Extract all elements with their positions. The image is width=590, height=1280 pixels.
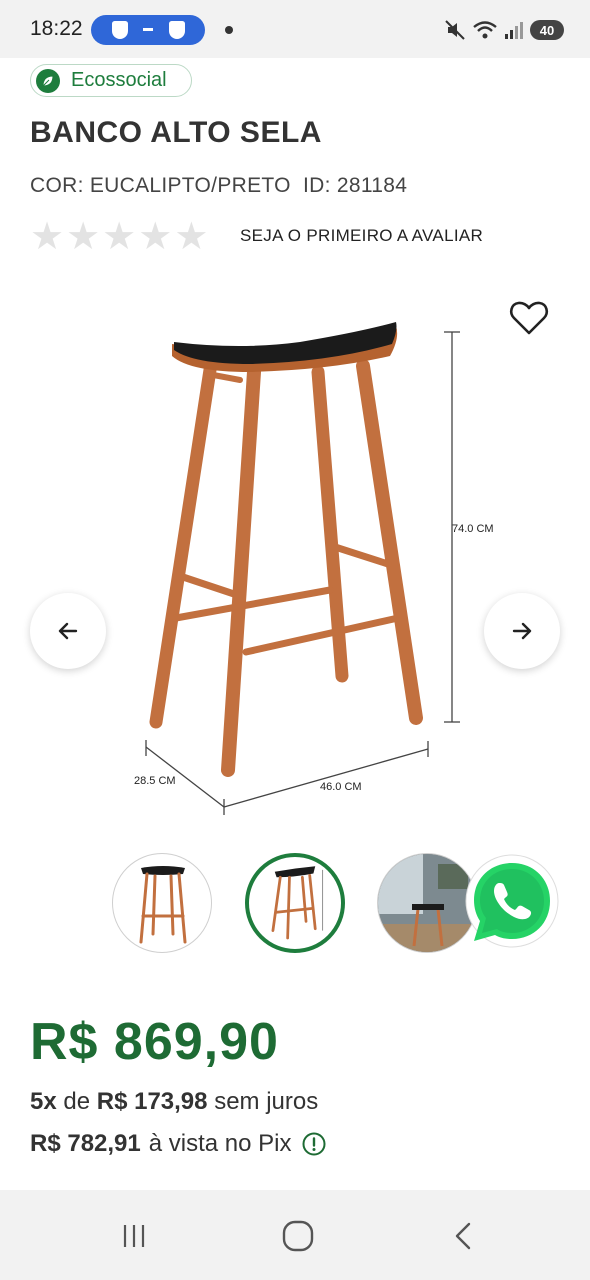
whatsapp-icon[interactable] [462, 853, 562, 953]
thumbnail-1[interactable] [112, 853, 212, 953]
star-icon: ★ [174, 216, 209, 258]
recents-icon [123, 1225, 145, 1247]
info-icon[interactable] [302, 1132, 326, 1156]
wifi-icon [473, 21, 497, 39]
home-button[interactable] [274, 1212, 322, 1260]
installments-count: 5x [30, 1088, 57, 1115]
ecossocial-badge: Ecossocial [30, 64, 192, 97]
heart-outline-icon[interactable] [508, 297, 550, 339]
installments-text: 5x de R$ 173,98 sem juros [30, 1088, 318, 1116]
notification-dot-icon [225, 26, 233, 34]
pix-value: R$ 782,91 [30, 1130, 141, 1157]
prev-image-button[interactable] [30, 593, 106, 669]
product-image: 74.0 CM 28.5 CM 46.0 CM [134, 322, 494, 815]
arrow-left-icon [58, 622, 78, 640]
star-icon: ★ [30, 216, 65, 258]
product-price: R$ 869,90 [30, 1013, 279, 1071]
live-match-pill[interactable] [91, 15, 205, 45]
star-icon: ★ [66, 216, 101, 258]
installments-of: de [63, 1088, 91, 1115]
badge-label: Ecossocial [71, 69, 167, 91]
status-bar: 18:22 40 [0, 0, 590, 58]
arrow-right-icon [512, 622, 532, 640]
height-dimension-label: 74.0 CM [452, 523, 494, 535]
back-button[interactable] [440, 1212, 488, 1260]
team-crest-icon [112, 21, 128, 39]
installments-suffix: sem juros [214, 1088, 319, 1115]
product-meta: COR: EUCALIPTO/PRETO ID: 281184 [30, 174, 408, 197]
leaf-icon [36, 68, 60, 93]
back-icon [455, 1222, 471, 1250]
next-image-button[interactable] [484, 593, 560, 669]
review-link[interactable]: SEJA O PRIMEIRO A AVALIAR [240, 226, 483, 246]
home-icon [282, 1220, 314, 1252]
product-title: BANCO ALTO SELA [30, 116, 322, 149]
status-icons: 40 [444, 17, 564, 43]
pix-price-text: R$ 782,91 à vista no Pix [30, 1130, 326, 1158]
mute-icon [445, 20, 465, 40]
pix-suffix: à vista no Pix [148, 1130, 292, 1157]
battery-indicator: 40 [530, 20, 564, 40]
system-nav-bar [0, 1190, 590, 1280]
star-icon: ★ [138, 216, 173, 258]
status-time: 18:22 [30, 17, 83, 40]
star-icon: ★ [102, 216, 137, 258]
width-dimension-label: 46.0 CM [320, 781, 362, 793]
recents-button[interactable] [110, 1212, 158, 1260]
rating-stars[interactable]: ★ ★ ★ ★ ★ [30, 218, 208, 256]
installment-value: R$ 173,98 [96, 1088, 208, 1115]
team-crest-icon [169, 21, 185, 39]
depth-dimension-label: 28.5 CM [134, 775, 176, 787]
thumbnail-2[interactable] [245, 853, 345, 953]
signal-icon [505, 22, 523, 39]
score-dash [143, 28, 153, 31]
